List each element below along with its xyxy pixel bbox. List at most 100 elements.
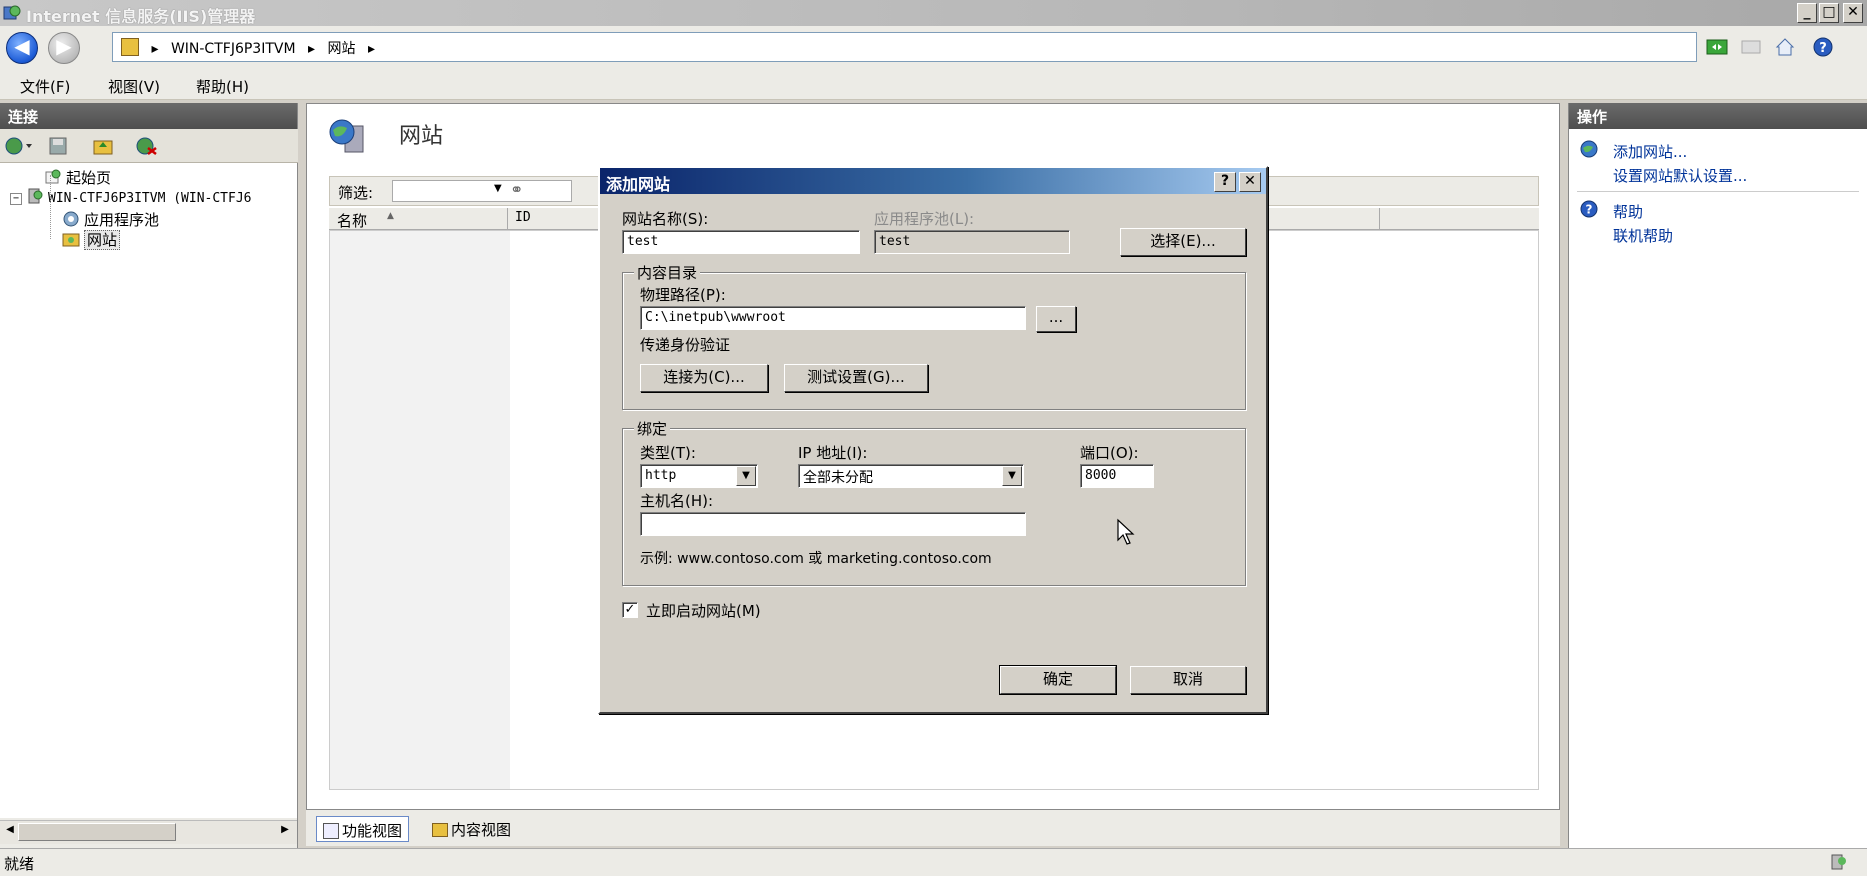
ip-address-label: IP 地址(I): — [798, 444, 868, 462]
action-add-site[interactable]: 添加网站... — [1613, 141, 1687, 162]
breadcrumb-sep-icon: ▸ — [151, 41, 159, 57]
menu-view[interactable]: 视图(V) — [108, 76, 160, 97]
menu-help[interactable]: 帮助(H) — [196, 76, 249, 97]
server-icon — [28, 188, 43, 204]
menu-file[interactable]: 文件(F) — [20, 76, 70, 97]
maximize-button[interactable]: □ — [1819, 3, 1839, 23]
window-title: Internet 信息服务(IIS)管理器 — [26, 7, 256, 26]
tree-item-start-page[interactable]: 起始页 — [44, 167, 111, 188]
sites-folder-icon — [62, 233, 80, 247]
chevron-down-icon[interactable]: ▼ — [1002, 466, 1022, 486]
sites-globe-icon — [329, 119, 364, 153]
collapse-icon[interactable]: − — [10, 193, 22, 205]
dialog-close-button[interactable]: ✕ — [1239, 172, 1261, 192]
column-id[interactable]: ID — [515, 210, 531, 225]
physical-path-label: 物理路径(P): — [640, 286, 726, 304]
tree-item-sites[interactable]: 网站 — [62, 229, 121, 250]
port-input[interactable]: 8000 — [1080, 464, 1154, 488]
actions-header: 操作 — [1569, 103, 1867, 129]
page-title: 网站 — [399, 124, 444, 149]
filter-input[interactable] — [392, 180, 572, 202]
action-site-defaults[interactable]: 设置网站默认设置... — [1613, 165, 1747, 186]
disconnect-icon[interactable] — [134, 136, 158, 156]
connect-globe-icon[interactable] — [4, 136, 34, 156]
status-bar: 就绪 — [0, 848, 1867, 876]
home-icon[interactable] — [1774, 36, 1796, 58]
tree-label: 起始页 — [66, 169, 112, 187]
sort-asc-icon: ▲ — [387, 211, 394, 221]
browse-path-button[interactable]: ... — [1036, 306, 1076, 332]
back-button[interactable]: ◀ — [6, 32, 38, 64]
chevron-down-icon[interactable]: ▼ — [736, 466, 756, 486]
filter-dropdown-icon[interactable]: ▼ — [494, 183, 502, 194]
connections-panel: 连接 起始页 − WIN-CTFJ6P3ITVM (WIN-CTFJ6 应用程序池… — [0, 103, 298, 848]
forward-arrow-icon: ▶ — [56, 34, 72, 58]
action-help[interactable]: 帮助 — [1613, 201, 1643, 222]
content-view-icon — [432, 823, 448, 837]
select-app-pool-button[interactable]: 选择(E)... — [1120, 228, 1246, 256]
ip-address-select[interactable]: 全部未分配 ▼ — [798, 464, 1024, 488]
type-value: http — [645, 468, 677, 483]
ip-address-value: 全部未分配 — [803, 470, 873, 486]
pass-through-auth-label: 传递身份验证 — [640, 336, 731, 354]
dialog-title-bar[interactable]: 添加网站 ? ✕ — [600, 168, 1266, 194]
host-name-input[interactable] — [640, 512, 1026, 536]
feature-view-icon — [323, 823, 339, 839]
breadcrumb-sites[interactable]: 网站 — [327, 38, 355, 58]
close-button[interactable]: ✕ — [1843, 3, 1863, 23]
tree-item-server[interactable]: − WIN-CTFJ6P3ITVM (WIN-CTFJ6 — [10, 187, 252, 206]
tab-feature-view[interactable]: 功能视图 — [316, 816, 410, 842]
dialog-help-button[interactable]: ? — [1214, 172, 1236, 192]
column-name[interactable]: 名称 — [337, 210, 367, 231]
start-site-label[interactable]: 立即启动网站(M) — [646, 600, 761, 621]
dialog-title: 添加网站 — [606, 175, 671, 194]
breadcrumb-sep-icon: ▸ — [367, 41, 375, 57]
scroll-left-icon[interactable]: ◀ — [2, 824, 18, 840]
minimize-button[interactable]: _ — [1797, 3, 1817, 23]
mouse-cursor-icon — [1117, 518, 1135, 545]
window-title-bar[interactable]: Internet 信息服务(IIS)管理器 _ □ ✕ — [0, 0, 1867, 26]
view-tabs: 功能视图 内容视图 — [306, 810, 1560, 846]
port-label: 端口(O): — [1080, 444, 1139, 462]
host-name-label: 主机名(H): — [640, 492, 714, 510]
physical-path-input[interactable]: C:\inetpub\wwwroot — [640, 306, 1026, 330]
add-website-dialog: 添加网站 ? ✕ 网站名称(S): test 应用程序池(L): test 选择… — [598, 166, 1268, 714]
cancel-button[interactable]: 取消 — [1130, 666, 1246, 694]
server-folder-icon — [121, 38, 139, 56]
action-online-help[interactable]: 联机帮助 — [1613, 225, 1673, 246]
up-folder-icon[interactable] — [92, 136, 114, 156]
host-name-example: 示例: www.contoso.com 或 marketing.contoso.… — [640, 551, 992, 567]
tab-content-view[interactable]: 内容视图 — [426, 816, 517, 842]
iis-app-icon — [3, 5, 21, 20]
go-icon[interactable]: ⚭ — [510, 180, 523, 199]
start-site-checkbox[interactable]: ✓ — [622, 602, 638, 618]
scroll-right-icon[interactable]: ▶ — [277, 824, 293, 840]
breadcrumb-sep-icon: ▸ — [308, 41, 316, 57]
forward-button[interactable]: ▶ — [48, 32, 80, 64]
address-bar[interactable]: ▸ WIN-CTFJ6P3ITVM ▸ 网站 ▸ — [112, 32, 1697, 62]
tree-label: 网站 — [84, 230, 121, 250]
ok-button[interactable]: 确定 — [999, 665, 1117, 695]
scroll-thumb[interactable] — [18, 823, 176, 841]
site-name-input[interactable]: test — [622, 230, 860, 254]
filter-label: 筛选: — [338, 184, 374, 202]
svg-text:?: ? — [1819, 41, 1827, 56]
tab-label: 内容视图 — [451, 821, 512, 839]
refresh-icon[interactable] — [1706, 36, 1728, 58]
tree-horizontal-scrollbar[interactable]: ◀ ▶ — [0, 820, 297, 844]
add-site-icon — [1580, 140, 1598, 158]
help-icon[interactable]: ? — [1812, 36, 1834, 58]
connect-as-button[interactable]: 连接为(C)... — [640, 364, 768, 392]
stop-icon[interactable] — [1740, 36, 1762, 58]
app-pool-label: 应用程序池(L): — [874, 210, 975, 228]
tree-item-app-pools[interactable]: 应用程序池 — [62, 209, 159, 230]
site-name-label: 网站名称(S): — [622, 210, 709, 228]
save-icon[interactable] — [48, 136, 68, 156]
back-arrow-icon: ◀ — [14, 34, 30, 58]
test-settings-button[interactable]: 测试设置(G)... — [784, 364, 928, 392]
content-directory-label: 内容目录 — [634, 262, 701, 283]
connections-toolbar — [0, 129, 298, 163]
type-select[interactable]: http ▼ — [640, 464, 758, 488]
breadcrumb-server[interactable]: WIN-CTFJ6P3ITVM — [171, 41, 296, 57]
tab-label: 功能视图 — [342, 822, 403, 840]
